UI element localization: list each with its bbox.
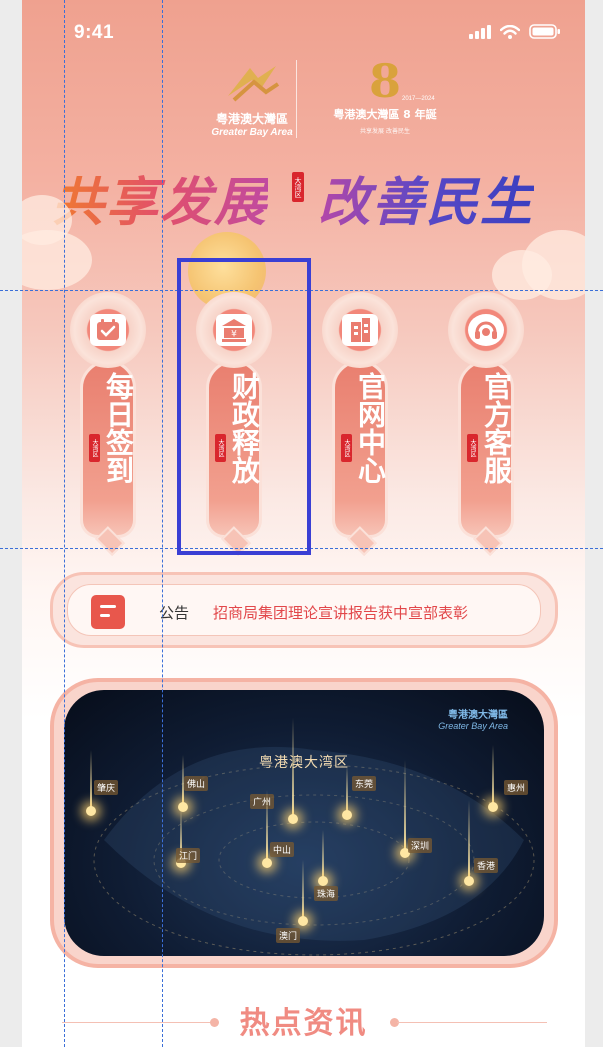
card-daily-checkin[interactable]: 每日签到 大湾区 bbox=[68, 292, 148, 556]
card-label: 官网中心 bbox=[354, 372, 387, 484]
card-tag: 大湾区 bbox=[341, 434, 352, 462]
guide-line bbox=[64, 0, 65, 1047]
signal-icon bbox=[469, 24, 491, 39]
city-label: 深圳 bbox=[408, 838, 433, 853]
anniversary-logo: 8 2017—2024 粤港澳大灣區 8 年誕 共享发展 改善民生 bbox=[333, 54, 437, 135]
calendar-check-icon bbox=[90, 314, 126, 346]
city-label: 珠海 bbox=[314, 886, 339, 901]
city-marker bbox=[86, 806, 96, 816]
announcement-label: 公告 bbox=[159, 604, 190, 622]
city-marker bbox=[298, 916, 308, 926]
announcement-bar[interactable]: 公告 招商局集团理论宣讲报告获中宣部表彰 bbox=[50, 572, 558, 648]
gba-map-banner[interactable]: 粤港澳大灣區 Greater Bay Area 粤港澳大湾区 肇庆 佛山 广州 … bbox=[50, 678, 558, 968]
slogan-part1: 共享发展 bbox=[52, 160, 268, 235]
hot-news-header: 热点资讯 bbox=[22, 996, 585, 1046]
city-label: 东莞 bbox=[352, 776, 377, 791]
guide-line bbox=[162, 0, 163, 1047]
card-tag: 大湾区 bbox=[89, 434, 100, 462]
card-customer-service[interactable]: 官方客服 大湾区 bbox=[446, 292, 526, 556]
city-label: 香港 bbox=[474, 858, 499, 873]
gba-map-image: 粤港澳大灣區 Greater Bay Area 粤港澳大湾区 肇庆 佛山 广州 … bbox=[64, 690, 544, 956]
slogan-tag: 大湾区 bbox=[292, 172, 304, 202]
status-bar: 9:41 bbox=[22, 0, 585, 64]
announcement-icon bbox=[91, 595, 125, 629]
slogan: 共享发展 大湾区 改善民生 bbox=[22, 160, 585, 233]
city-label: 江门 bbox=[176, 848, 201, 863]
status-time: 9:41 bbox=[74, 22, 115, 43]
map-brand: 粤港澳大灣區 Greater Bay Area bbox=[438, 710, 508, 731]
card-tag: 大湾区 bbox=[467, 434, 478, 462]
building-icon bbox=[342, 314, 378, 346]
announcement-text[interactable]: 招商局集团理论宣讲报告获中宣部表彰 bbox=[213, 602, 468, 623]
city-marker bbox=[288, 814, 298, 824]
battery-icon bbox=[529, 24, 560, 39]
card-label: 每日签到 bbox=[102, 372, 135, 484]
gba-mark-icon bbox=[228, 66, 280, 102]
card-label: 官方客服 bbox=[480, 372, 513, 484]
wifi-icon bbox=[500, 24, 520, 39]
city-marker bbox=[342, 810, 352, 820]
city-marker bbox=[262, 858, 272, 868]
selection-highlight bbox=[177, 258, 311, 555]
gba-logo: 粤港澳大灣區 Greater Bay Area bbox=[192, 62, 312, 138]
city-label: 广州 bbox=[250, 794, 275, 809]
city-marker bbox=[464, 876, 474, 886]
city-label: 肇庆 bbox=[94, 780, 119, 795]
city-marker bbox=[318, 876, 328, 886]
section-title: 热点资讯 bbox=[239, 1006, 368, 1041]
city-label: 澳门 bbox=[276, 928, 301, 943]
city-label: 惠州 bbox=[504, 780, 529, 795]
map-title: 粤港澳大湾区 bbox=[259, 755, 349, 771]
slogan-part2: 改善民生 bbox=[318, 160, 534, 235]
logo-row: 粤港澳大灣區 Greater Bay Area 8 2017—2024 粤港澳大… bbox=[22, 56, 585, 146]
headset-icon bbox=[468, 314, 504, 346]
logo-divider bbox=[296, 60, 297, 138]
city-marker bbox=[488, 802, 498, 812]
city-label: 佛山 bbox=[184, 776, 209, 791]
city-label: 中山 bbox=[270, 842, 295, 857]
card-official-site[interactable]: 官网中心 大湾区 bbox=[320, 292, 400, 556]
